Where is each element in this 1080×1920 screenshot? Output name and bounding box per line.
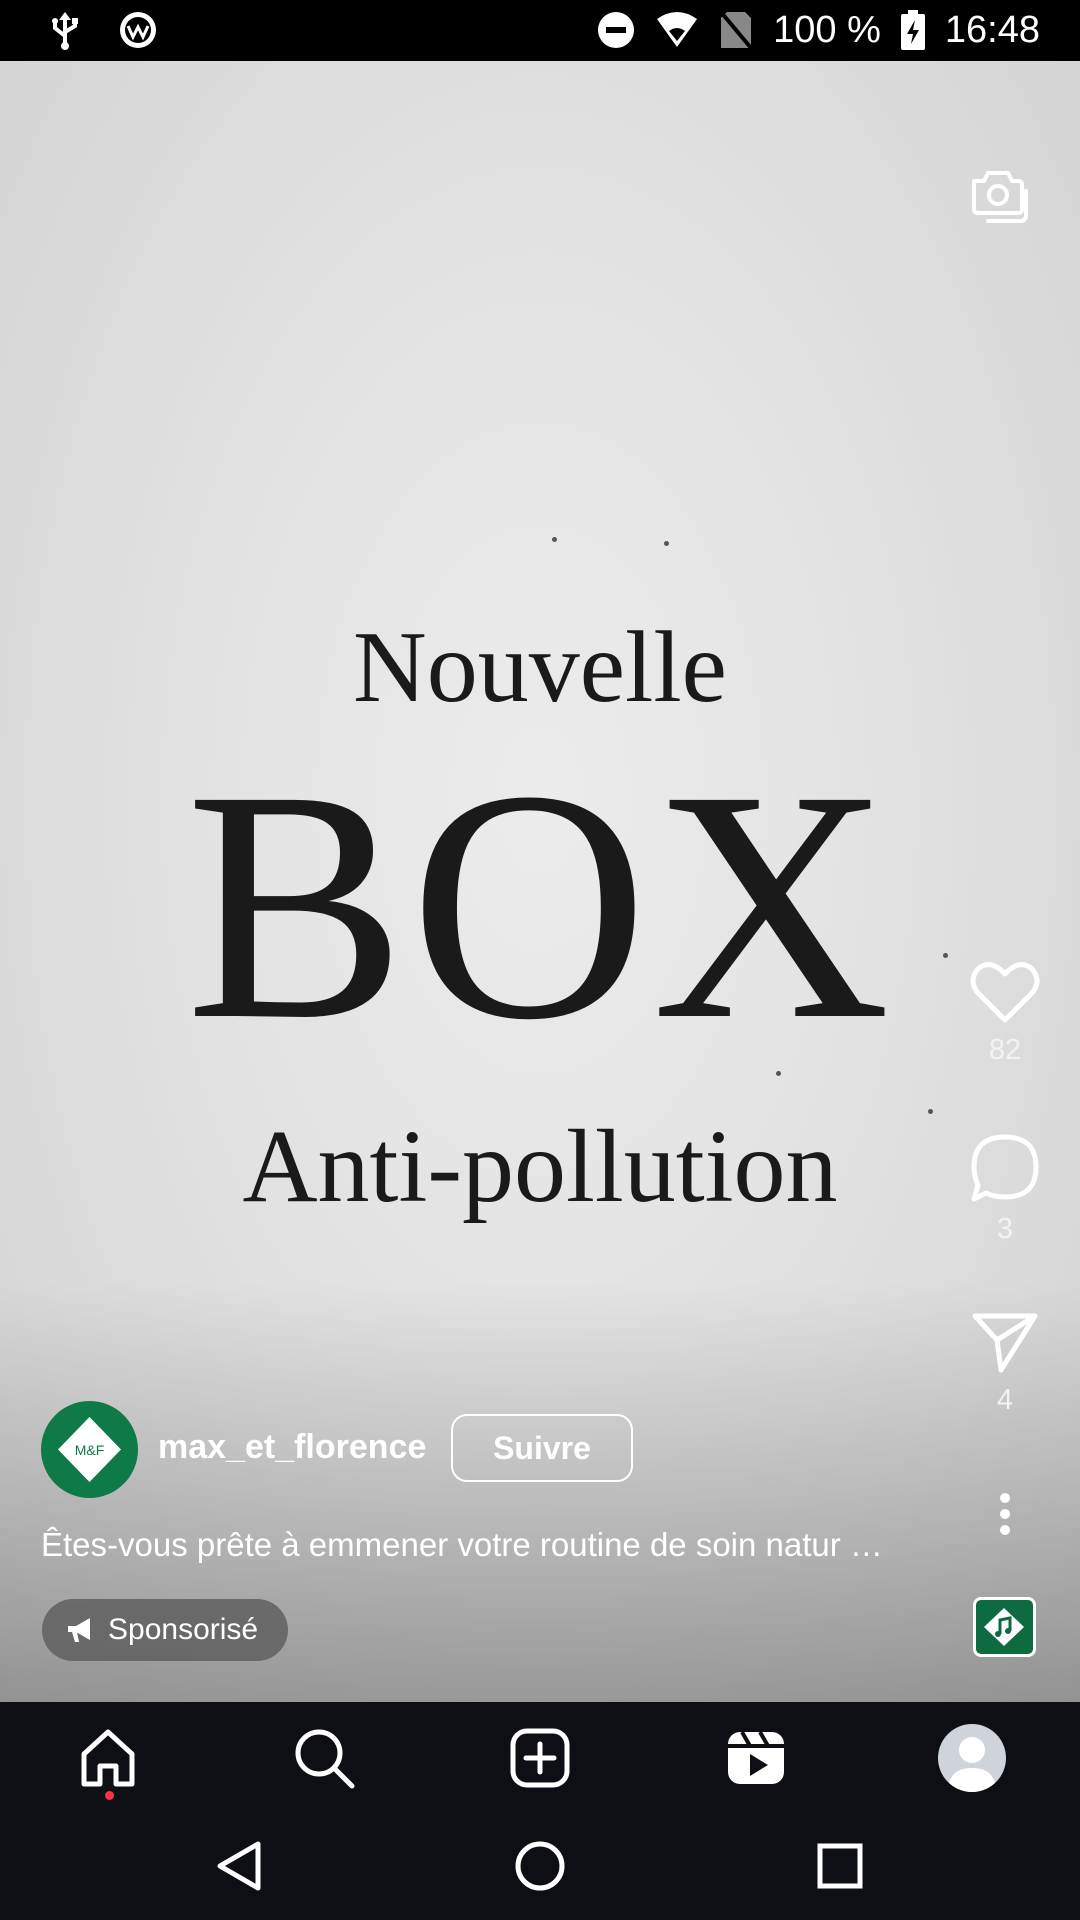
status-bar: 100 % 16:48 (0, 0, 1080, 61)
system-navigation-bar (0, 1810, 1080, 1920)
megaphone-icon (68, 1618, 90, 1642)
profile-avatar[interactable] (938, 1724, 1006, 1792)
send-icon[interactable] (971, 1310, 1039, 1374)
more-vertical-icon[interactable] (995, 1492, 1015, 1536)
battery-charging-icon (900, 10, 925, 50)
app-notification-icon (120, 12, 156, 48)
back-button[interactable] (212, 1838, 268, 1894)
like-action[interactable]: 82 (960, 960, 1050, 1067)
profile-silhouette-icon (948, 1737, 996, 1792)
heart-icon[interactable] (970, 960, 1040, 1024)
share-action[interactable]: 4 (960, 1310, 1050, 1417)
home-button[interactable] (512, 1838, 568, 1894)
post-caption[interactable]: Êtes-vous prête à emmener votre routine … (41, 1526, 951, 1564)
home-icon[interactable] (76, 1726, 140, 1790)
more-options-button[interactable] (960, 1492, 1050, 1536)
create-icon[interactable] (508, 1726, 572, 1790)
paper-speck (664, 541, 669, 546)
like-count: 82 (988, 1034, 1022, 1066)
home-notification-dot (105, 1791, 114, 1800)
creator-avatar[interactable]: M&F (41, 1401, 138, 1498)
camera-icon[interactable] (966, 161, 1030, 225)
search-icon[interactable] (292, 1726, 356, 1790)
creator-username[interactable]: max_et_florence (158, 1428, 426, 1467)
audio-track-thumbnail[interactable] (973, 1597, 1036, 1657)
sponsored-badge[interactable]: Sponsorisé (42, 1599, 289, 1661)
battery-percent: 100 % (773, 9, 881, 51)
reels-icon[interactable] (724, 1726, 788, 1790)
share-count: 4 (996, 1384, 1014, 1416)
wifi-icon (657, 12, 698, 47)
brand-logo-icon: M&F (58, 1417, 121, 1482)
comment-icon[interactable] (970, 1133, 1040, 1203)
comment-count: 3 (996, 1213, 1014, 1245)
usb-icon (52, 12, 78, 50)
bottom-navigation (0, 1702, 1080, 1810)
svg-text:M&F: M&F (75, 1442, 105, 1458)
headline-box: BOX (185, 723, 895, 1088)
clock: 16:48 (944, 9, 1040, 51)
headline-anti-pollution: Anti-pollution (242, 1109, 838, 1224)
paper-speck (552, 537, 557, 542)
music-note-icon (984, 1608, 1024, 1646)
headline-nouvelle: Nouvelle (353, 611, 727, 724)
recents-button[interactable] (812, 1838, 868, 1894)
sponsored-label: Sponsorisé (108, 1613, 259, 1646)
comment-action[interactable]: 3 (960, 1133, 1050, 1246)
do-not-disturb-icon (598, 12, 635, 48)
no-sim-icon (719, 10, 753, 50)
follow-button[interactable]: Suivre (451, 1414, 633, 1482)
